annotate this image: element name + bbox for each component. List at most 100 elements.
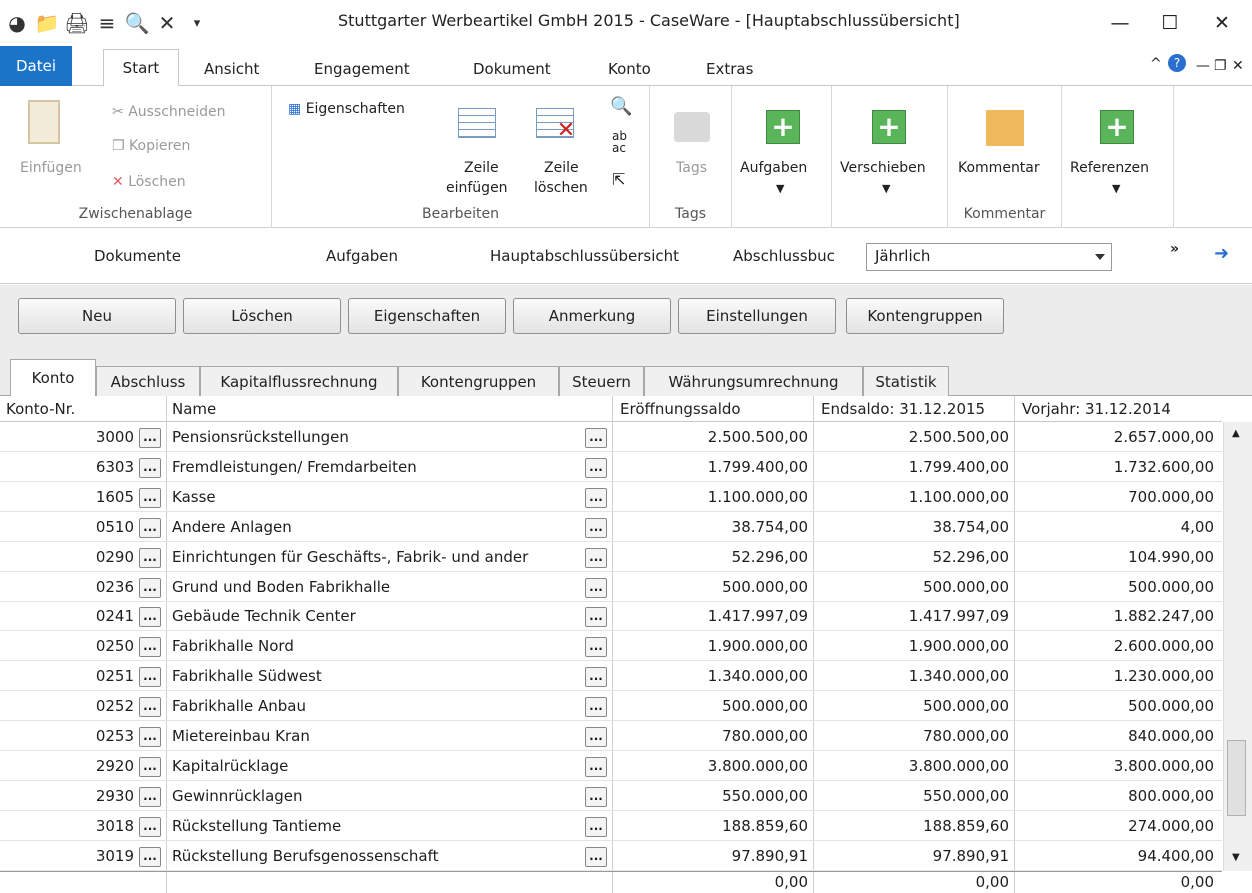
column-header-opening[interactable]: Eröffnungssaldo — [620, 400, 741, 418]
column-header-closing[interactable]: Endsaldo: 31.12.2015 — [821, 400, 985, 418]
account-name[interactable]: Kasse — [172, 488, 582, 506]
table-row[interactable]: 6303... Fremdleistungen/ Fremdarbeiten...… — [0, 453, 1222, 482]
account-name-picker-button[interactable]: ... — [585, 577, 607, 598]
doc-minimize-icon[interactable]: — — [1196, 58, 1210, 74]
account-name[interactable]: Fabrikhalle Nord — [172, 637, 582, 655]
collapse-ribbon-icon[interactable]: ^ — [1150, 56, 1162, 72]
cut-button[interactable]: ✂ Ausschneiden — [112, 104, 226, 120]
list-icon[interactable]: ≡ — [94, 10, 120, 36]
account-name-picker-button[interactable]: ... — [585, 637, 607, 658]
account-number-picker-button[interactable]: ... — [139, 637, 161, 658]
tab-statistik[interactable]: Statistik — [863, 366, 949, 396]
open-folder-icon[interactable]: 📁 — [34, 10, 60, 36]
tab-kapitalflussrechnung[interactable]: Kapitalflussrechnung — [200, 366, 398, 396]
close-doc-icon[interactable]: ✕ — [154, 10, 180, 36]
scroll-up-icon[interactable]: ▲ — [1232, 428, 1240, 439]
table-row[interactable]: 3000... Pensionsrückstellungen... 2.500.50… — [0, 423, 1222, 452]
tab-waehrungsumrechnung[interactable]: Währungsumrechnung — [644, 366, 863, 396]
table-row[interactable]: 0253... Mietereinbau Kran... 780.000,00 780… — [0, 722, 1222, 751]
account-number-picker-button[interactable]: ... — [139, 786, 161, 807]
account-name[interactable]: Pensionsrückstellungen — [172, 428, 582, 446]
annotation-button[interactable]: Anmerkung — [513, 298, 671, 334]
table-row[interactable]: 0290... Einrichtungen für Geschäfts-, Fab… — [0, 543, 1222, 572]
table-row[interactable]: 1605... Kasse... 1.100.000,00 1.100.000,00 7… — [0, 483, 1222, 512]
account-name[interactable]: Andere Anlagen — [172, 518, 582, 536]
table-row[interactable]: 0241... Gebäude Technik Center... 1.417.99… — [0, 602, 1222, 632]
column-header-name[interactable]: Name — [172, 400, 216, 418]
account-name[interactable]: Rückstellung Tantieme — [172, 817, 582, 835]
nav-tasks[interactable]: Aufgaben — [326, 247, 398, 265]
tasks-button[interactable]: Aufgaben — [740, 160, 807, 176]
account-name[interactable]: Fabrikhalle Südwest — [172, 667, 582, 685]
nav-journal[interactable]: Abschlussbuc — [733, 247, 835, 265]
settings-button[interactable]: Einstellungen — [678, 298, 836, 334]
period-select[interactable]: Jährlich — [866, 243, 1112, 271]
dock-arrow-icon[interactable]: ➜ — [1214, 243, 1229, 264]
table-row[interactable]: 0252... Fabrikhalle Anbau... 500.000,00 500… — [0, 692, 1222, 722]
table-row[interactable]: 0236... Grund und Boden Fabrikhalle... 500… — [0, 573, 1222, 602]
tab-konto-view[interactable]: Konto — [10, 359, 96, 397]
account-number-picker-button[interactable]: ... — [139, 607, 161, 628]
tab-start[interactable]: Start — [103, 49, 179, 87]
print-icon[interactable]: 🖨 — [64, 10, 90, 36]
table-row[interactable]: 0250... Fabrikhalle Nord... 1.900.000,00 1.… — [0, 632, 1222, 662]
account-number-picker-button[interactable]: ... — [139, 756, 161, 777]
account-number-picker-button[interactable]: ... — [139, 428, 161, 448]
account-name-picker-button[interactable]: ... — [585, 786, 607, 807]
tab-ansicht[interactable]: Ansicht — [204, 60, 259, 78]
table-row[interactable]: 2930... Gewinnrücklagen... 550.000,00 550.0… — [0, 782, 1222, 811]
properties-account-button[interactable]: Eigenschaften — [348, 298, 506, 334]
scroll-thumb[interactable] — [1227, 740, 1246, 816]
references-dropdown-icon[interactable]: ▼ — [1112, 182, 1120, 195]
account-name[interactable]: Grund und Boden Fabrikhalle — [172, 578, 582, 596]
tab-steuern[interactable]: Steuern — [559, 366, 644, 396]
table-row[interactable]: 3019... Rückstellung Berufsgenossenschaft… — [0, 842, 1222, 871]
account-number-picker-button[interactable]: ... — [139, 457, 161, 478]
account-number-picker-button[interactable]: ... — [139, 577, 161, 598]
column-header-nr[interactable]: Konto-Nr. — [6, 400, 75, 418]
qat-dropdown-icon[interactable]: ▾ — [184, 10, 210, 36]
maximize-button[interactable]: ☐ — [1148, 6, 1192, 40]
account-name[interactable]: Rückstellung Berufsgenossenschaft — [172, 847, 582, 865]
account-number-picker-button[interactable]: ... — [139, 816, 161, 837]
account-number-picker-button[interactable]: ... — [139, 697, 161, 718]
close-button[interactable]: ✕ — [1200, 6, 1244, 40]
insert-row-button[interactable]: einfügen — [446, 180, 508, 196]
account-name-picker-button[interactable]: ... — [585, 727, 607, 747]
doc-restore-icon[interactable]: ❐ — [1214, 58, 1227, 74]
move-button[interactable]: Verschieben — [840, 160, 926, 176]
tasks-dropdown-icon[interactable]: ▼ — [776, 182, 784, 195]
account-name-picker-button[interactable]: ... — [585, 816, 607, 837]
account-name[interactable]: Mietereinbau Kran — [172, 727, 582, 745]
copy-button[interactable]: ❐ Kopieren — [112, 138, 190, 154]
overflow-icon[interactable]: » — [1170, 241, 1179, 257]
tab-engagement[interactable]: Engagement — [314, 60, 410, 78]
tab-kontengruppen[interactable]: Kontengruppen — [398, 366, 559, 396]
tags-button[interactable]: Tags — [676, 160, 707, 176]
account-name[interactable]: Fremdleistungen/ Fremdarbeiten — [172, 458, 582, 476]
scroll-down-icon[interactable]: ▼ — [1232, 852, 1240, 863]
new-button[interactable]: Neu — [18, 298, 176, 334]
doc-close-icon[interactable]: ✕ — [1232, 58, 1244, 74]
table-row[interactable]: 0510... Andere Anlagen... 38.754,00 38.754,… — [0, 513, 1222, 542]
tab-dokument[interactable]: Dokument — [473, 60, 551, 78]
account-name-picker-button[interactable]: ... — [585, 487, 607, 508]
account-number-picker-button[interactable]: ... — [139, 667, 161, 688]
account-name-picker-button[interactable]: ... — [585, 697, 607, 718]
account-number-picker-button[interactable]: ... — [139, 727, 161, 747]
account-name-picker-button[interactable]: ... — [585, 428, 607, 448]
vertical-scrollbar[interactable]: ▲ ▼ — [1223, 422, 1252, 871]
account-name[interactable]: Gewinnrücklagen — [172, 787, 582, 805]
comment-button[interactable]: Kommentar — [958, 160, 1040, 176]
account-name[interactable]: Fabrikhalle Anbau — [172, 697, 582, 715]
delete-row-button[interactable]: löschen — [534, 180, 588, 196]
replace-icon[interactable]: ab ac — [612, 130, 627, 154]
account-name-picker-button[interactable]: ... — [585, 607, 607, 628]
column-header-prior[interactable]: Vorjahr: 31.12.2014 — [1022, 400, 1171, 418]
table-row[interactable]: 0251... Fabrikhalle Südwest... 1.340.000,0… — [0, 662, 1222, 692]
app-icon[interactable]: ◕ — [4, 10, 30, 36]
tab-konto[interactable]: Konto — [608, 60, 651, 78]
tab-abschluss[interactable]: Abschluss — [96, 366, 200, 396]
select-icon[interactable]: ⇱ — [612, 170, 625, 189]
paste-button[interactable]: Einfügen — [20, 160, 82, 176]
